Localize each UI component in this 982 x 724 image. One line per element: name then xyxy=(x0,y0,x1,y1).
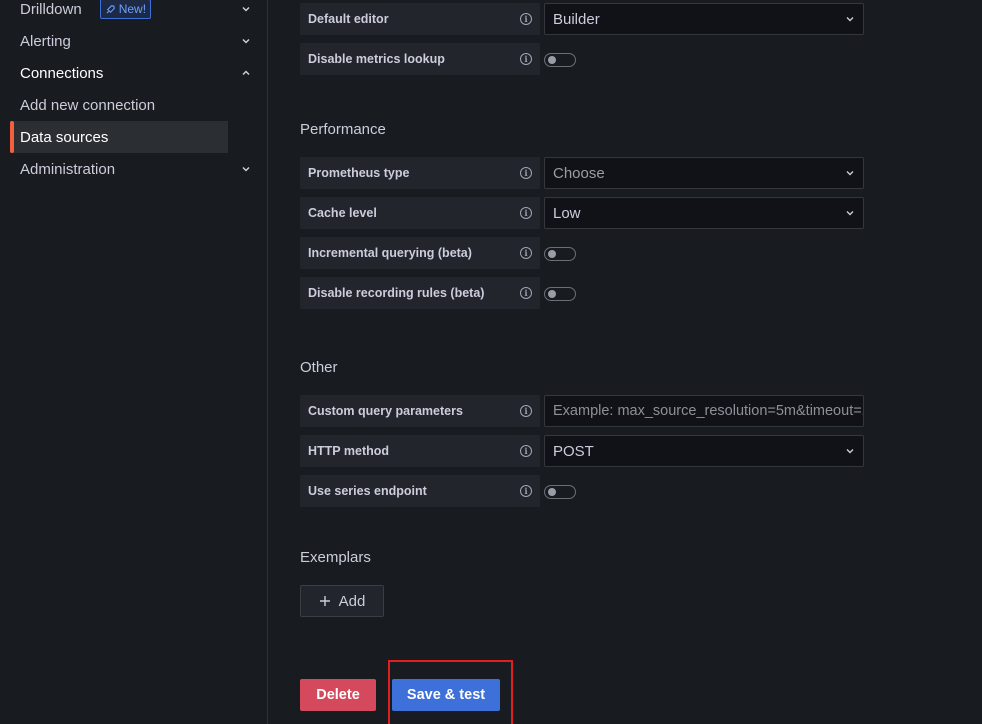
cache-level-row: Cache level i Low xyxy=(300,197,864,229)
prometheus-type-row: Prometheus type i Choose xyxy=(300,157,864,189)
incremental-querying-row: Incremental querying (beta) i xyxy=(300,237,576,269)
prometheus-type-select[interactable]: Choose xyxy=(544,157,864,189)
info-icon[interactable]: i xyxy=(520,53,532,65)
chevron-down-icon xyxy=(846,17,854,22)
sidebar-item-label: Data sources xyxy=(20,128,109,146)
custom-query-parameters-input[interactable]: Example: max_source_resolution=5m&timeou… xyxy=(544,395,864,427)
info-icon[interactable]: i xyxy=(520,287,532,299)
sidebar-item-label: Drilldown xyxy=(20,0,82,18)
chevron-down-icon[interactable] xyxy=(240,3,252,15)
disable-metrics-lookup-row: Disable metrics lookup i xyxy=(300,43,576,75)
field-label: Incremental querying (beta) i xyxy=(300,237,540,269)
field-label: Prometheus type i xyxy=(300,157,540,189)
delete-button[interactable]: Delete xyxy=(300,679,376,711)
info-icon[interactable]: i xyxy=(520,405,532,417)
sidebar-item-administration[interactable]: Administration xyxy=(10,153,260,185)
custom-query-parameters-row: Custom query parameters i Example: max_s… xyxy=(300,395,864,427)
field-label: Disable metrics lookup i xyxy=(300,43,540,75)
default-editor-select[interactable]: Builder xyxy=(544,3,864,35)
rocket-icon xyxy=(106,4,115,14)
sidebar-item-label: Connections xyxy=(20,64,104,82)
field-label: HTTP method i xyxy=(300,435,540,467)
http-method-select[interactable]: POST xyxy=(544,435,864,467)
field-label: Custom query parameters i xyxy=(300,395,540,427)
default-editor-row: Default editor i Builder xyxy=(300,3,864,35)
sidebar-item-connections[interactable]: Connections xyxy=(10,57,260,89)
plus-icon xyxy=(319,596,330,606)
main-content: Default editor i Builder Disable metrics… xyxy=(268,0,982,724)
field-label: Default editor i xyxy=(300,3,540,35)
new-badge: New! xyxy=(99,0,152,19)
sidebar-item-label: Administration xyxy=(20,160,116,178)
field-label: Cache level i xyxy=(300,197,540,229)
sidebar-item-alerting[interactable]: Alerting xyxy=(10,25,260,57)
chevron-down-icon[interactable] xyxy=(240,163,252,175)
chevron-down-icon xyxy=(846,211,854,216)
sidebar-item-label: Add new connection xyxy=(20,96,156,114)
chevron-down-icon xyxy=(846,449,854,454)
disable-recording-rules-toggle[interactable] xyxy=(544,287,576,301)
section-title-other: Other xyxy=(300,359,338,376)
field-label: Use series endpoint i xyxy=(300,475,540,507)
highlight-box xyxy=(388,660,513,724)
disable-recording-rules-row: Disable recording rules (beta) i xyxy=(300,277,576,309)
section-title-performance: Performance xyxy=(300,121,386,138)
section-title-exemplars: Exemplars xyxy=(300,549,371,566)
info-icon[interactable]: i xyxy=(520,13,532,25)
chevron-down-icon xyxy=(846,171,854,176)
sidebar-item-add-new-connection[interactable]: Add new connection xyxy=(10,89,228,121)
sidebar-item-drilldown[interactable]: Drilldown New! xyxy=(10,0,260,25)
info-icon[interactable]: i xyxy=(520,445,532,457)
add-exemplar-button[interactable]: Add xyxy=(300,585,384,617)
sidebar-item-data-sources[interactable]: Data sources xyxy=(10,121,228,153)
info-icon[interactable]: i xyxy=(520,247,532,259)
sidebar-item-label: Alerting xyxy=(20,32,71,50)
info-icon[interactable]: i xyxy=(520,207,532,219)
info-icon[interactable]: i xyxy=(520,167,532,179)
disable-metrics-lookup-toggle[interactable] xyxy=(544,53,576,67)
http-method-row: HTTP method i POST xyxy=(300,435,864,467)
chevron-up-icon[interactable] xyxy=(240,67,252,79)
chevron-down-icon[interactable] xyxy=(240,35,252,47)
use-series-endpoint-toggle[interactable] xyxy=(544,485,576,499)
incremental-querying-toggle[interactable] xyxy=(544,247,576,261)
use-series-endpoint-row: Use series endpoint i xyxy=(300,475,576,507)
sidebar-nav: Drilldown New! Alerting Connections Add … xyxy=(0,0,268,724)
info-icon[interactable]: i xyxy=(520,485,532,497)
field-label: Disable recording rules (beta) i xyxy=(300,277,540,309)
cache-level-select[interactable]: Low xyxy=(544,197,864,229)
